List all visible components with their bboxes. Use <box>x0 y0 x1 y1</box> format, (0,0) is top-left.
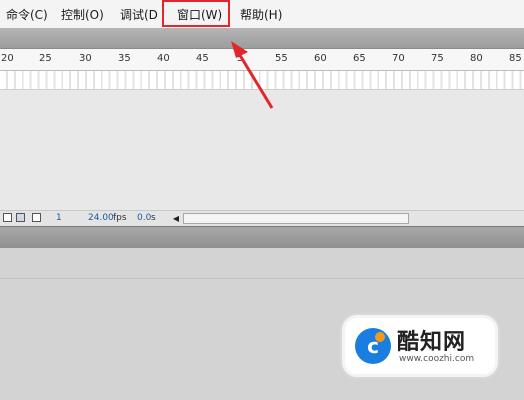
watermark-url: www.coozhi.com <box>399 354 475 364</box>
watermark-name: 酷知网 <box>397 330 467 355</box>
watermark-logo: c <box>355 328 391 364</box>
watermark: c 酷知网 www.coozhi.com <box>345 318 495 374</box>
